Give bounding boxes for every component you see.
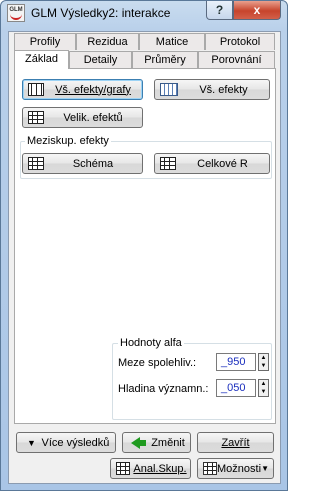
- tab-protokol[interactable]: Protokol: [205, 33, 275, 50]
- dialog-window: GLM GLM Výsledky2: interakce ? x Profily…: [0, 0, 288, 491]
- confidence-limits-input[interactable]: _950: [216, 353, 256, 371]
- tab-profily[interactable]: Profily: [14, 33, 76, 50]
- back-arrow-icon: [131, 436, 146, 449]
- table-icon: [160, 83, 178, 96]
- significance-level-input[interactable]: _050: [216, 379, 256, 397]
- tab-zaklad[interactable]: Základ: [14, 50, 69, 69]
- all-effects-graphs-label: Vš. efekty/grafy: [55, 83, 131, 96]
- chevron-down-icon: ▼: [27, 437, 36, 448]
- change-label: Změnit: [151, 436, 185, 449]
- tab-prumery[interactable]: Průměry: [132, 51, 198, 68]
- group-analysis-icon: [116, 462, 130, 475]
- more-results-button[interactable]: ▼ Více výsledků: [16, 432, 116, 453]
- tab-rezidua[interactable]: Rezidua: [76, 33, 139, 50]
- spin-up-icon[interactable]: ▲: [259, 380, 268, 388]
- options-label: Možnosti: [217, 462, 262, 475]
- tab-detaily[interactable]: Detaily: [69, 51, 132, 68]
- grid-icon: [28, 157, 44, 170]
- options-button[interactable]: Možnosti ▼: [197, 458, 274, 479]
- dropdown-arrow-icon: ▼: [261, 464, 269, 473]
- schema-label: Schéma: [72, 157, 114, 170]
- between-group-effects-title: Meziskup. efekty: [25, 135, 111, 147]
- overall-r-button[interactable]: Celkové R: [154, 153, 270, 174]
- all-effects-label: Vš. efekty: [199, 83, 248, 96]
- grid-icon: [28, 111, 44, 124]
- all-effects-button[interactable]: Vš. efekty: [154, 79, 270, 100]
- grid-icon: [160, 157, 176, 170]
- effect-sizes-button[interactable]: Velik. efektů: [22, 107, 143, 128]
- tab-porovnani[interactable]: Porovnání: [198, 51, 275, 68]
- app-icon-text: GLM: [9, 7, 23, 13]
- tab-panel-zaklad: Vš. efekty/grafy Vš. efekty Velik. efekt…: [14, 68, 276, 424]
- help-button[interactable]: ?: [206, 1, 233, 20]
- effect-sizes-label: Velik. efektů: [63, 111, 123, 124]
- glm-app-icon: GLM: [7, 4, 25, 22]
- significance-level-label: Hladina významn.:: [118, 383, 209, 395]
- tab-matice[interactable]: Matice: [139, 33, 205, 50]
- all-effects-graphs-button[interactable]: Vš. efekty/grafy: [22, 79, 143, 100]
- dialog-client: Profily Rezidua Matice Protokol Základ D…: [8, 31, 281, 484]
- spin-up-icon[interactable]: ▲: [259, 354, 268, 362]
- options-icon: [203, 462, 217, 475]
- alpha-values-title: Hodnoty alfa: [118, 337, 184, 349]
- close-label: Zavřít: [221, 436, 250, 449]
- more-results-label: Více výsledků: [41, 436, 110, 449]
- confidence-limits-label: Meze spolehliv.:: [118, 357, 197, 369]
- spin-down-icon[interactable]: ▼: [259, 388, 268, 396]
- confidence-limits-spinner[interactable]: ▲ ▼: [258, 353, 269, 371]
- bar-chart-icon: [28, 83, 44, 96]
- significance-level-spinner[interactable]: ▲ ▼: [258, 379, 269, 397]
- window-title: GLM Výsledky2: interakce: [31, 6, 171, 20]
- schema-button[interactable]: Schéma: [22, 153, 143, 174]
- change-button[interactable]: Změnit: [122, 432, 191, 453]
- spin-down-icon[interactable]: ▼: [259, 362, 268, 370]
- close-button[interactable]: Zavřít: [197, 432, 274, 453]
- close-window-button[interactable]: x: [233, 1, 281, 20]
- title-bar[interactable]: GLM GLM Výsledky2: interakce ? x: [1, 1, 287, 25]
- overall-r-label: Celkové R: [197, 157, 248, 170]
- group-analysis-label: Anal.Skup.: [133, 462, 187, 475]
- group-analysis-button[interactable]: Anal.Skup.: [110, 458, 191, 479]
